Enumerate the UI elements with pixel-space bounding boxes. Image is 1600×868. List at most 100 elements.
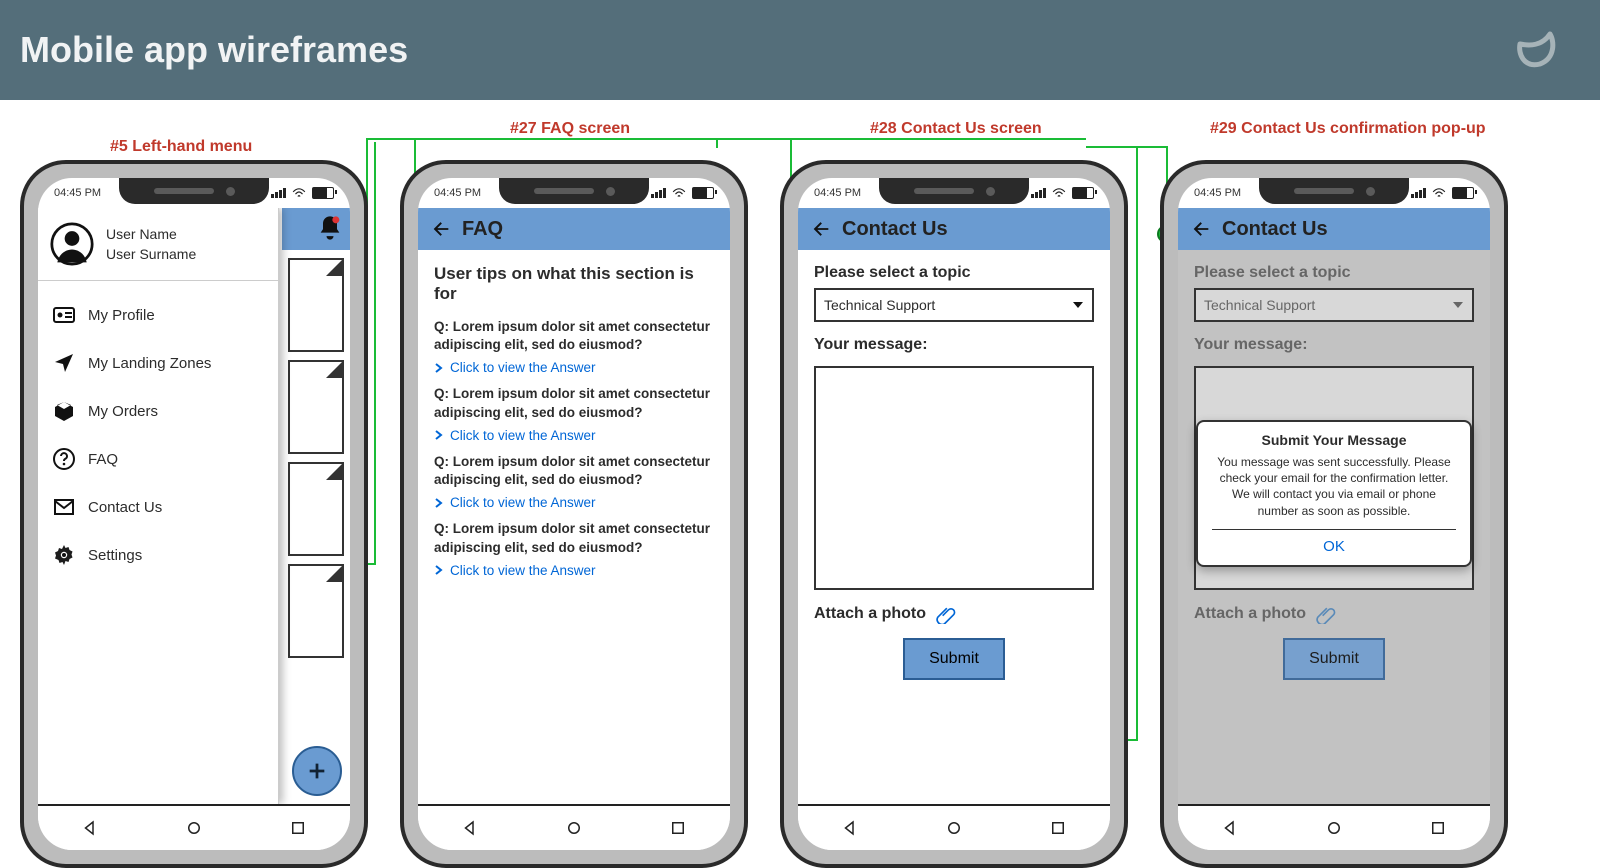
flow-line: [1136, 146, 1138, 741]
avatar-icon: [50, 222, 94, 266]
topic-label: Please select a topic: [798, 250, 1110, 288]
page-title: Mobile app wireframes: [20, 29, 408, 71]
popup-body: You message was sent successfully. Pleas…: [1212, 454, 1456, 530]
submit-button: Submit: [1283, 638, 1385, 680]
menu-label: FAQ: [88, 451, 118, 468]
app-bar: Contact Us: [798, 208, 1110, 250]
faq-question: Q: Lorem ipsum dolor sit amet consectetu…: [418, 310, 730, 354]
faq-question: Q: Lorem ipsum dolor sit amet consectetu…: [418, 445, 730, 489]
menu-label: My Orders: [88, 403, 158, 420]
wifi-icon: [1432, 187, 1446, 199]
menu-item-settings[interactable]: Settings: [38, 531, 278, 579]
nav-recent-icon[interactable]: [1049, 819, 1067, 837]
faq-answer-link[interactable]: Click to view the Answer: [418, 354, 730, 377]
help-icon: [52, 447, 76, 471]
id-card-icon: [52, 303, 76, 327]
caption-s27: #27 FAQ screen: [510, 120, 630, 138]
menu-item-landing-zones[interactable]: My Landing Zones: [38, 339, 278, 387]
faq-answer-link[interactable]: Click to view the Answer: [418, 489, 730, 512]
app-bar-title: FAQ: [462, 218, 503, 241]
topic-label: Please select a topic: [1178, 250, 1490, 288]
nav-recent-icon[interactable]: [289, 819, 307, 837]
back-arrow-icon[interactable]: [1190, 218, 1212, 240]
back-arrow-icon[interactable]: [430, 218, 452, 240]
app-bar-title: Contact Us: [1222, 218, 1328, 241]
nav-home-icon[interactable]: [1325, 819, 1343, 837]
nav-back-icon[interactable]: [461, 819, 479, 837]
menu-item-orders[interactable]: My Orders: [38, 387, 278, 435]
chevron-right-icon: [434, 498, 444, 508]
topic-select[interactable]: Technical Support: [814, 288, 1094, 322]
popup-title: Submit Your Message: [1212, 432, 1456, 448]
status-clock: 04:45 PM: [814, 187, 861, 199]
paperclip-icon: [936, 604, 956, 624]
nav-recent-icon[interactable]: [1429, 819, 1447, 837]
chevron-right-icon: [434, 565, 444, 575]
nav-back-icon[interactable]: [841, 819, 859, 837]
android-navbar: [1178, 804, 1490, 850]
faq-question: Q: Lorem ipsum dolor sit amet consectetu…: [418, 512, 730, 556]
flow-line: [716, 138, 1086, 140]
leaf-icon: [1512, 24, 1560, 77]
message-textarea[interactable]: [814, 366, 1094, 590]
menu-background-preview: [282, 208, 350, 804]
status-clock: 04:45 PM: [434, 187, 481, 199]
chevron-down-icon: [1452, 299, 1464, 311]
confirmation-popup: Submit Your Message You message was sent…: [1196, 420, 1472, 567]
popup-ok-button[interactable]: OK: [1212, 530, 1456, 555]
side-menu: User Name User Surname My Profile My Lan…: [38, 208, 279, 804]
attach-photo: Attach a photo: [1178, 590, 1490, 638]
attach-photo[interactable]: Attach a photo: [798, 590, 1110, 638]
phone-contact: 04:45 PM Contact Us Please select a topi…: [780, 160, 1128, 868]
android-navbar: [798, 804, 1110, 850]
nav-home-icon[interactable]: [945, 819, 963, 837]
android-navbar: [418, 804, 730, 850]
status-clock: 04:45 PM: [54, 187, 101, 199]
phone-notch: [499, 178, 649, 204]
nav-back-icon[interactable]: [81, 819, 99, 837]
phone-notch: [119, 178, 269, 204]
menu-user-block[interactable]: User Name User Surname: [38, 208, 278, 281]
menu-label: My Landing Zones: [88, 355, 211, 372]
paperclip-icon: [1316, 604, 1336, 624]
wifi-icon: [1052, 187, 1066, 199]
chevron-down-icon: [1072, 299, 1084, 311]
wireframe-board: #5 Left-hand menu #27 FAQ screen #28 Con…: [0, 100, 1600, 860]
mail-icon: [52, 495, 76, 519]
user-surname: User Surname: [106, 246, 196, 262]
faq-answer-link[interactable]: Click to view the Answer: [418, 557, 730, 580]
wifi-icon: [672, 187, 686, 199]
menu-label: My Profile: [88, 307, 155, 324]
nav-recent-icon[interactable]: [669, 819, 687, 837]
message-label: Your message:: [1178, 322, 1490, 360]
faq-question: Q: Lorem ipsum dolor sit amet consectetu…: [418, 377, 730, 421]
menu-label: Contact Us: [88, 499, 162, 516]
gear-icon: [52, 543, 76, 567]
chevron-right-icon: [434, 363, 444, 373]
message-label: Your message:: [798, 322, 1110, 360]
submit-button[interactable]: Submit: [903, 638, 1005, 680]
fab-add-button[interactable]: [292, 746, 342, 796]
box-icon: [52, 399, 76, 423]
user-name: User Name: [106, 226, 196, 242]
flow-line: [366, 138, 716, 140]
wifi-icon: [292, 187, 306, 199]
phone-notch: [879, 178, 1029, 204]
topic-value: Technical Support: [1204, 297, 1315, 313]
flow-line: [1086, 146, 1166, 148]
menu-item-contact[interactable]: Contact Us: [38, 483, 278, 531]
nav-back-icon[interactable]: [1221, 819, 1239, 837]
phone-faq: 04:45 PM FAQ User tips on what this sect…: [400, 160, 748, 868]
app-bar: FAQ: [418, 208, 730, 250]
menu-item-faq[interactable]: FAQ: [38, 435, 278, 483]
caption-s29: #29 Contact Us confirmation pop-up: [1210, 120, 1486, 138]
nav-home-icon[interactable]: [565, 819, 583, 837]
menu-item-profile[interactable]: My Profile: [38, 291, 278, 339]
back-arrow-icon[interactable]: [810, 218, 832, 240]
status-clock: 04:45 PM: [1194, 187, 1241, 199]
location-icon: [52, 351, 76, 375]
nav-home-icon[interactable]: [185, 819, 203, 837]
chevron-right-icon: [434, 430, 444, 440]
bell-icon[interactable]: [316, 214, 344, 242]
faq-answer-link[interactable]: Click to view the Answer: [418, 422, 730, 445]
